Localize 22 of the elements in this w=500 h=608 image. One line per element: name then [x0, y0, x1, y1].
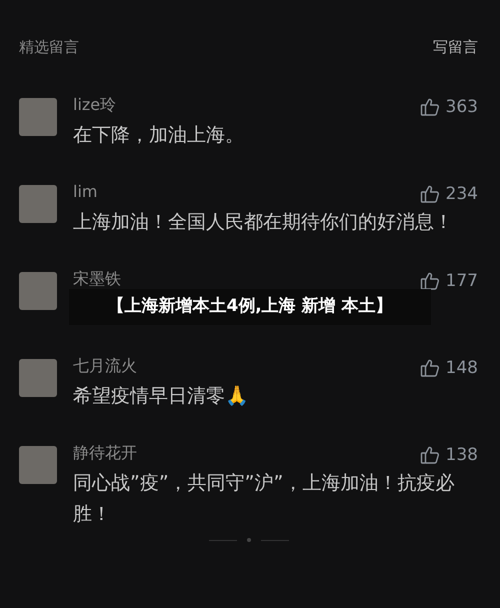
username[interactable]: 静待花开 [73, 442, 137, 462]
thumbs-up-icon[interactable] [420, 271, 440, 292]
username[interactable]: lim [73, 182, 98, 202]
username[interactable]: 宋墨铁 [73, 268, 121, 288]
section-title: 精选留言 [19, 37, 79, 58]
like-count: 363 [446, 96, 478, 118]
like-count: 177 [446, 270, 478, 292]
like-count: 138 [446, 444, 478, 466]
comment-text: 上海加油！全国人民都在期待你们的好消息！ [73, 210, 454, 235]
username[interactable]: lize玲 [73, 94, 116, 114]
thumbs-up-icon[interactable] [420, 184, 440, 204]
comment-text: 同心战”疫”，共同守”沪”，上海加油！抗疫必胜！ [73, 471, 456, 527]
like-count: 148 [446, 356, 478, 380]
thumbs-up-icon[interactable] [420, 97, 440, 118]
comment-text: 在下降，加油上海。 [73, 123, 245, 148]
title-banner: 【上海新增本土4例,上海 新增 本土】 [69, 289, 431, 324]
like-count: 234 [446, 182, 478, 206]
username[interactable]: 七月流火 [73, 356, 137, 376]
write-comment-link[interactable]: 写留言 [433, 36, 478, 58]
comment-text: 希望疫情早日清零🙏 [73, 384, 250, 409]
thumbs-up-icon[interactable] [420, 358, 440, 378]
thumbs-up-icon[interactable] [420, 445, 440, 466]
